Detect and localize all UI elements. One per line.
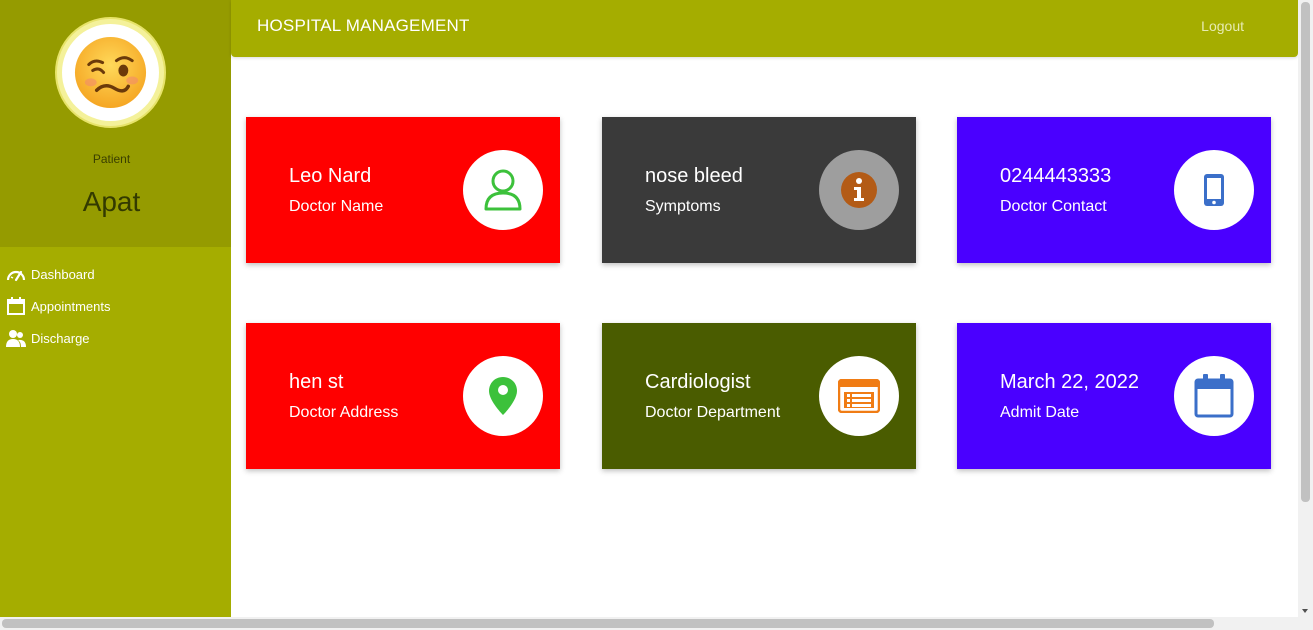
sidebar: Patient Apat Dashboard Appointments Disc…: [0, 0, 231, 617]
dashboard-gauge-icon: [6, 264, 26, 284]
card-doctor-department: Cardiologist Doctor Department: [602, 323, 916, 469]
top-navbar: HOSPITAL MANAGEMENT Logout: [231, 0, 1298, 57]
sidebar-item-label: Dashboard: [31, 266, 95, 282]
card-value: Leo Nard: [289, 165, 372, 187]
info-icon: [841, 172, 877, 208]
sidebar-item-label: Discharge: [31, 330, 90, 346]
users-icon: [6, 328, 26, 348]
vertical-scrollbar[interactable]: [1298, 0, 1313, 617]
profile-panel: Patient Apat: [0, 0, 231, 247]
woozy-face-icon: [74, 36, 147, 109]
card-label: Symptoms: [645, 198, 721, 215]
user-icon: [484, 169, 522, 211]
card-value: hen st: [289, 371, 344, 393]
card-icon-circle: [819, 356, 899, 436]
user-name: Apat: [82, 186, 141, 217]
card-doctor-name: Leo Nard Doctor Name: [246, 117, 560, 263]
card-symptoms: nose bleed Symptoms: [602, 117, 916, 263]
card-doctor-address: hen st Doctor Address: [246, 323, 560, 469]
calendar-icon: [1194, 374, 1234, 418]
card-value: March 22, 2022: [1000, 371, 1139, 393]
scroll-down-arrow-icon[interactable]: [1302, 609, 1308, 613]
card-label: Doctor Name: [289, 198, 384, 215]
card-value: Cardiologist: [645, 371, 751, 393]
sidebar-item-appointments[interactable]: Appointments: [0, 290, 231, 322]
card-doctor-contact: 0244443333 Doctor Contact: [957, 117, 1271, 263]
card-icon-circle: [463, 150, 543, 230]
sidebar-item-dashboard[interactable]: Dashboard: [0, 258, 231, 290]
calendar-icon: [6, 296, 26, 316]
scrollbar-thumb[interactable]: [1301, 2, 1310, 502]
card-icon-circle: [1174, 150, 1254, 230]
logout-link[interactable]: Logout: [1201, 18, 1244, 34]
horizontal-scrollbar[interactable]: [0, 617, 1313, 630]
app-title[interactable]: HOSPITAL MANAGEMENT: [257, 16, 470, 36]
card-label: Doctor Contact: [1000, 198, 1107, 215]
avatar: [57, 19, 164, 126]
card-admit-date: March 22, 2022 Admit Date: [957, 323, 1271, 469]
card-value: nose bleed: [645, 165, 743, 187]
scrollbar-thumb[interactable]: [2, 619, 1214, 628]
sidebar-item-label: Appointments: [31, 298, 111, 314]
card-label: Doctor Department: [645, 404, 781, 421]
card-label: Admit Date: [1000, 404, 1080, 421]
map-pin-icon: [489, 377, 517, 415]
sidebar-nav: Dashboard Appointments Discharge: [0, 258, 231, 354]
user-role: Patient: [92, 152, 131, 166]
card-label: Doctor Address: [289, 404, 399, 421]
sidebar-item-discharge[interactable]: Discharge: [0, 322, 231, 354]
card-icon-circle: [1174, 356, 1254, 436]
card-value: 0244443333: [1000, 165, 1112, 187]
mobile-phone-icon: [1204, 174, 1224, 206]
card-icon-circle: [463, 356, 543, 436]
card-icon-circle: [819, 150, 899, 230]
list-icon: [838, 379, 880, 413]
